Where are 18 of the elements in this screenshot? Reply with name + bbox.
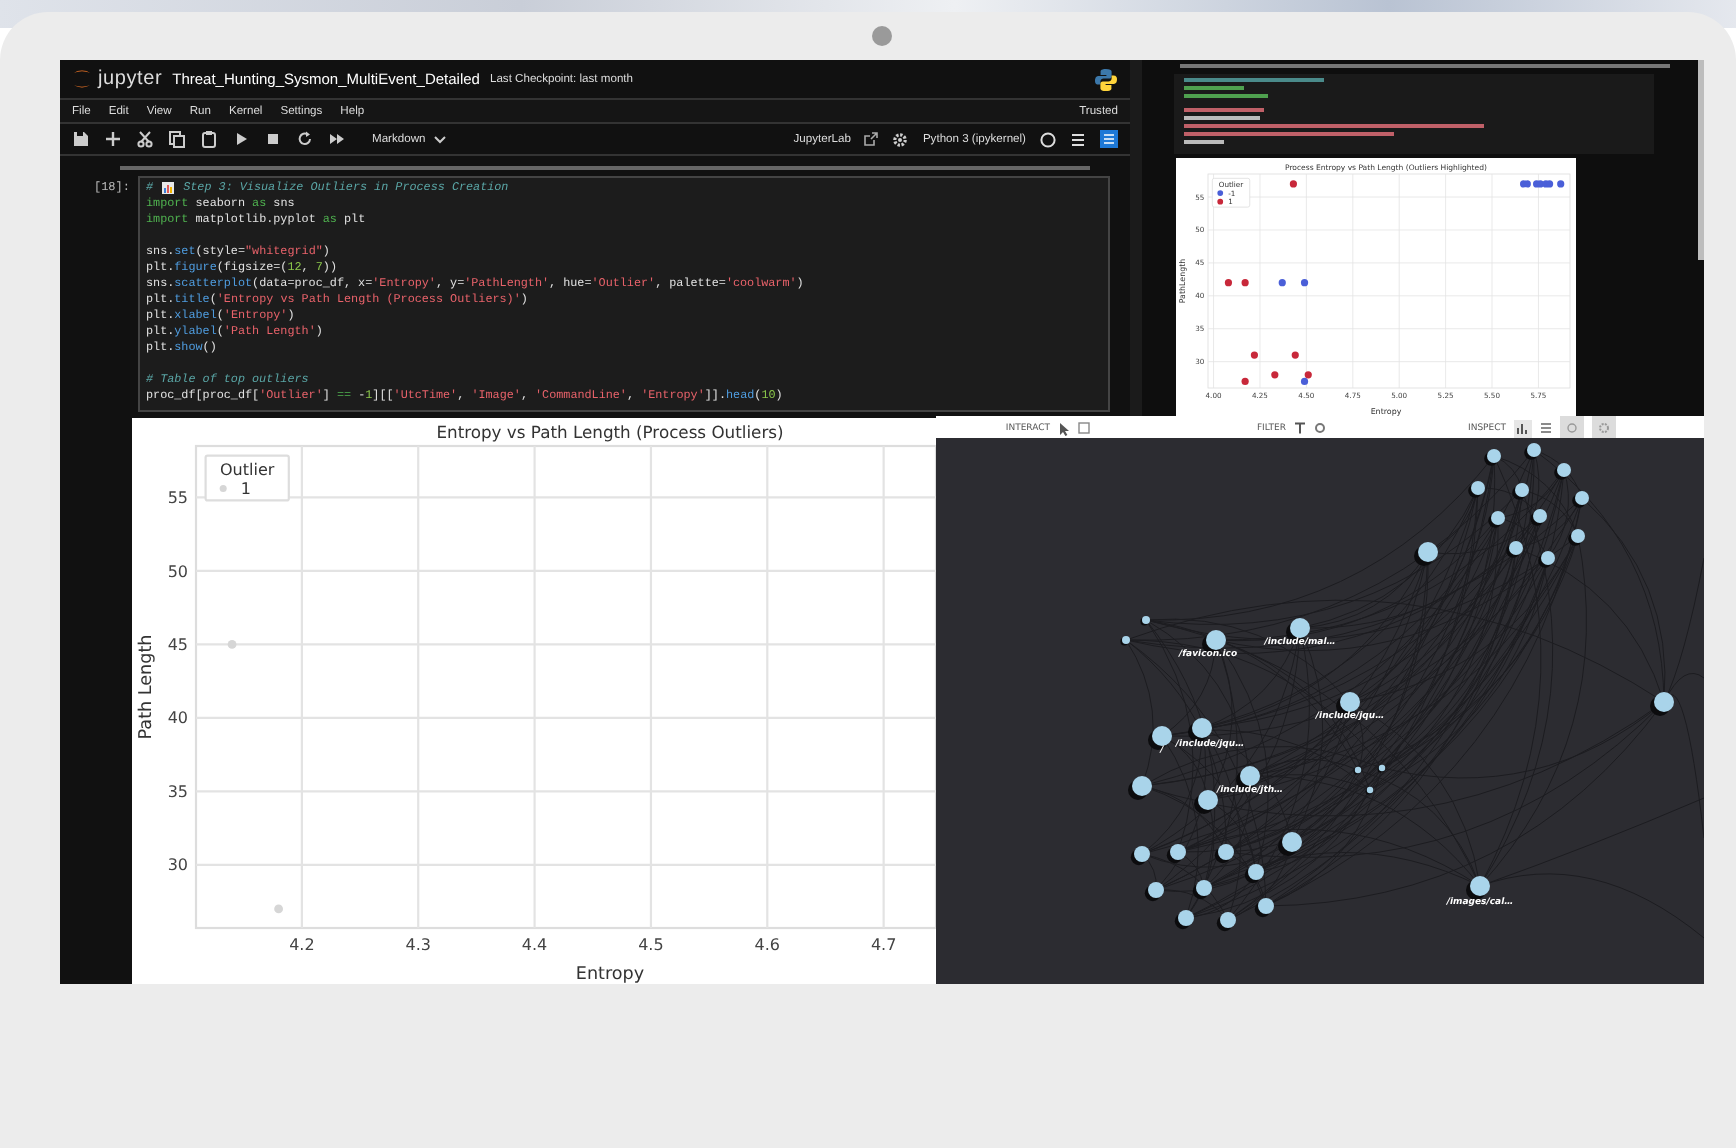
tick-label: 30	[167, 856, 188, 875]
tick-label: 4.6	[754, 935, 780, 954]
tick-label: 4.7	[870, 935, 897, 954]
tick-label: 4.2	[289, 935, 315, 954]
x-axis-label: Entropy	[575, 965, 645, 984]
legend-title: Outlier	[220, 460, 275, 479]
tick-label: 50	[167, 562, 188, 581]
app-name: jupyter	[98, 68, 163, 90]
tick-label: 45	[167, 636, 188, 654]
tick-label: 35	[167, 782, 188, 801]
tick-label: 4.3	[405, 935, 431, 954]
legend-label: 1	[240, 480, 251, 498]
tick-label: 4.5	[638, 935, 664, 954]
tick-label: 4.4	[521, 935, 548, 954]
y-axis-label: Path Length	[137, 634, 158, 740]
chart-title: Entropy vs Path Length (Process Outliers)	[436, 422, 784, 442]
tick-label: 55	[167, 489, 188, 508]
tick-label: 40	[167, 709, 188, 728]
